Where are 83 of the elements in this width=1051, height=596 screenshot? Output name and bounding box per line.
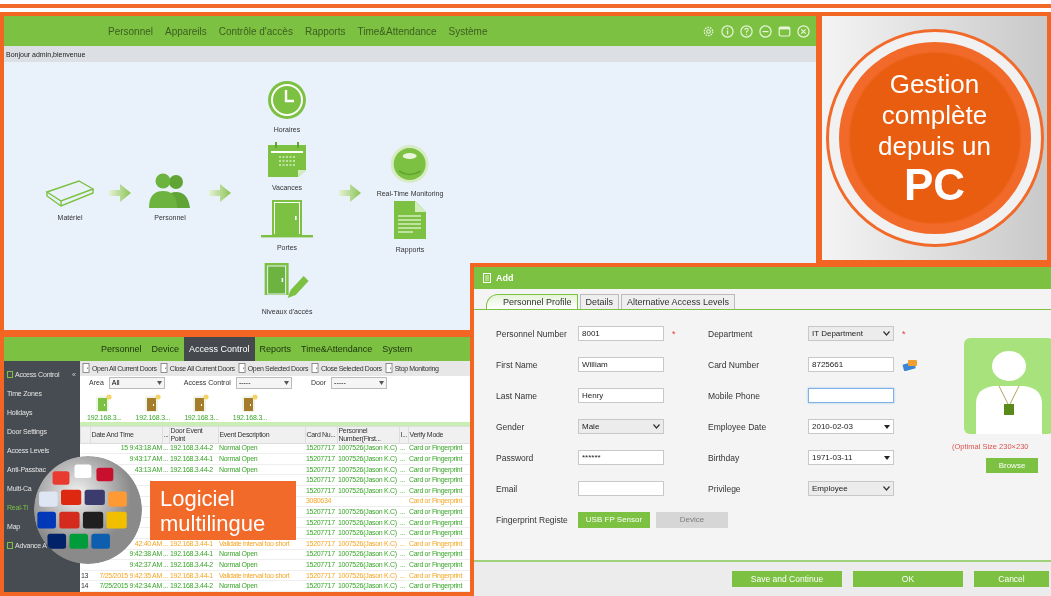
tab[interactable]: Personnel Profile xyxy=(486,294,578,309)
field-label: Employee Date xyxy=(708,421,768,432)
input-field[interactable]: ****** xyxy=(578,450,664,465)
dialog-title: Add xyxy=(496,273,514,283)
close-icon[interactable] xyxy=(797,24,810,38)
device-icon[interactable] xyxy=(45,178,95,208)
arrow-icon xyxy=(339,184,361,202)
menu-item[interactable]: Rapports xyxy=(304,25,346,37)
menu-tab[interactable]: Device xyxy=(146,337,185,361)
orb-icon[interactable] xyxy=(390,144,430,184)
field-label: Fingerprint Registe xyxy=(496,514,569,525)
field-label: Privilege xyxy=(708,483,742,494)
tab[interactable]: Alternative Access Levels xyxy=(621,294,736,309)
field-label: Last Name xyxy=(496,390,539,401)
chevron-icon xyxy=(653,424,660,429)
door-icon[interactable] xyxy=(384,363,394,374)
input-field[interactable]: 8001 xyxy=(578,326,664,341)
menu-tab[interactable]: Time&Attendance xyxy=(296,337,378,361)
arrow-icon xyxy=(209,184,231,202)
door-icon[interactable] xyxy=(311,363,321,374)
settings-icon[interactable] xyxy=(702,24,715,38)
field-label: Birthday xyxy=(708,452,741,463)
dropdown[interactable]: Male xyxy=(578,419,664,434)
door-icon[interactable] xyxy=(193,394,210,413)
field-label: Gender xyxy=(496,421,526,432)
caret-icon xyxy=(283,380,289,385)
input-field[interactable] xyxy=(578,481,664,496)
door-icon[interactable] xyxy=(96,394,113,413)
input-field[interactable] xyxy=(808,388,894,403)
help-icon[interactable] xyxy=(740,24,753,38)
card-icon[interactable] xyxy=(902,358,918,371)
required-mark: * xyxy=(672,328,676,339)
badge-text: Gestion complète depuis un xyxy=(877,68,992,162)
menu-tab[interactable]: System xyxy=(377,337,418,361)
clock-icon[interactable] xyxy=(267,80,307,120)
field-label: Email xyxy=(496,483,519,494)
caret-icon xyxy=(884,424,890,429)
module-icon xyxy=(7,370,13,378)
menu-tab[interactable]: Reports xyxy=(254,337,297,361)
menu-item[interactable]: Système xyxy=(448,25,488,37)
tab[interactable]: Details xyxy=(579,294,620,309)
badge-highlight: PC xyxy=(903,161,966,208)
field-label: Password xyxy=(496,452,535,463)
door-icon[interactable] xyxy=(159,363,169,374)
form-icon xyxy=(483,273,491,283)
caret-icon xyxy=(884,455,890,460)
door-icon[interactable] xyxy=(261,200,313,238)
field-label: Card Number xyxy=(708,359,761,370)
input-field[interactable]: William xyxy=(578,357,664,372)
date-picker[interactable]: 2010-02-03 xyxy=(808,419,894,434)
menu-tab[interactable]: Access Control xyxy=(184,337,255,361)
chevron-icon xyxy=(883,331,890,336)
door-icon[interactable] xyxy=(237,363,247,374)
required-mark: * xyxy=(902,328,906,339)
banner-text: Logiciel multilingue xyxy=(160,485,267,536)
date-picker[interactable]: 1971-03-11 xyxy=(808,450,894,465)
menu-tab[interactable]: Personnel xyxy=(96,337,147,361)
door-icon[interactable] xyxy=(242,394,258,413)
menu-item[interactable]: Time&Attendance xyxy=(357,25,437,37)
field-label: Department xyxy=(708,328,754,339)
input-field[interactable]: Henry xyxy=(578,388,664,403)
menu-item[interactable]: Appareils xyxy=(165,25,207,37)
input-field[interactable]: 8725661 xyxy=(808,357,894,372)
field-label: Personnel Number xyxy=(496,328,568,339)
info-icon[interactable] xyxy=(721,24,734,38)
calendar-icon[interactable] xyxy=(267,142,307,178)
people-icon[interactable] xyxy=(148,172,192,208)
caret-icon xyxy=(156,380,162,385)
door-icon[interactable] xyxy=(144,394,161,413)
field-label: First Name xyxy=(496,359,539,370)
dropdown[interactable]: IT Department xyxy=(808,326,894,341)
door-icon[interactable] xyxy=(82,363,91,374)
dropdown[interactable]: Employee xyxy=(808,481,894,496)
maximize-icon[interactable] xyxy=(778,24,791,38)
menu-item[interactable]: Personnel xyxy=(108,25,154,37)
caret-icon xyxy=(379,380,385,385)
chevron-icon xyxy=(883,486,890,491)
menu-item[interactable]: Contrôle d'accès xyxy=(218,25,293,37)
field-label: Mobile Phone xyxy=(708,390,761,401)
module-icon xyxy=(7,541,13,549)
arrow-icon xyxy=(109,184,131,202)
document-icon[interactable] xyxy=(393,200,427,240)
minimize-icon[interactable] xyxy=(759,24,772,38)
